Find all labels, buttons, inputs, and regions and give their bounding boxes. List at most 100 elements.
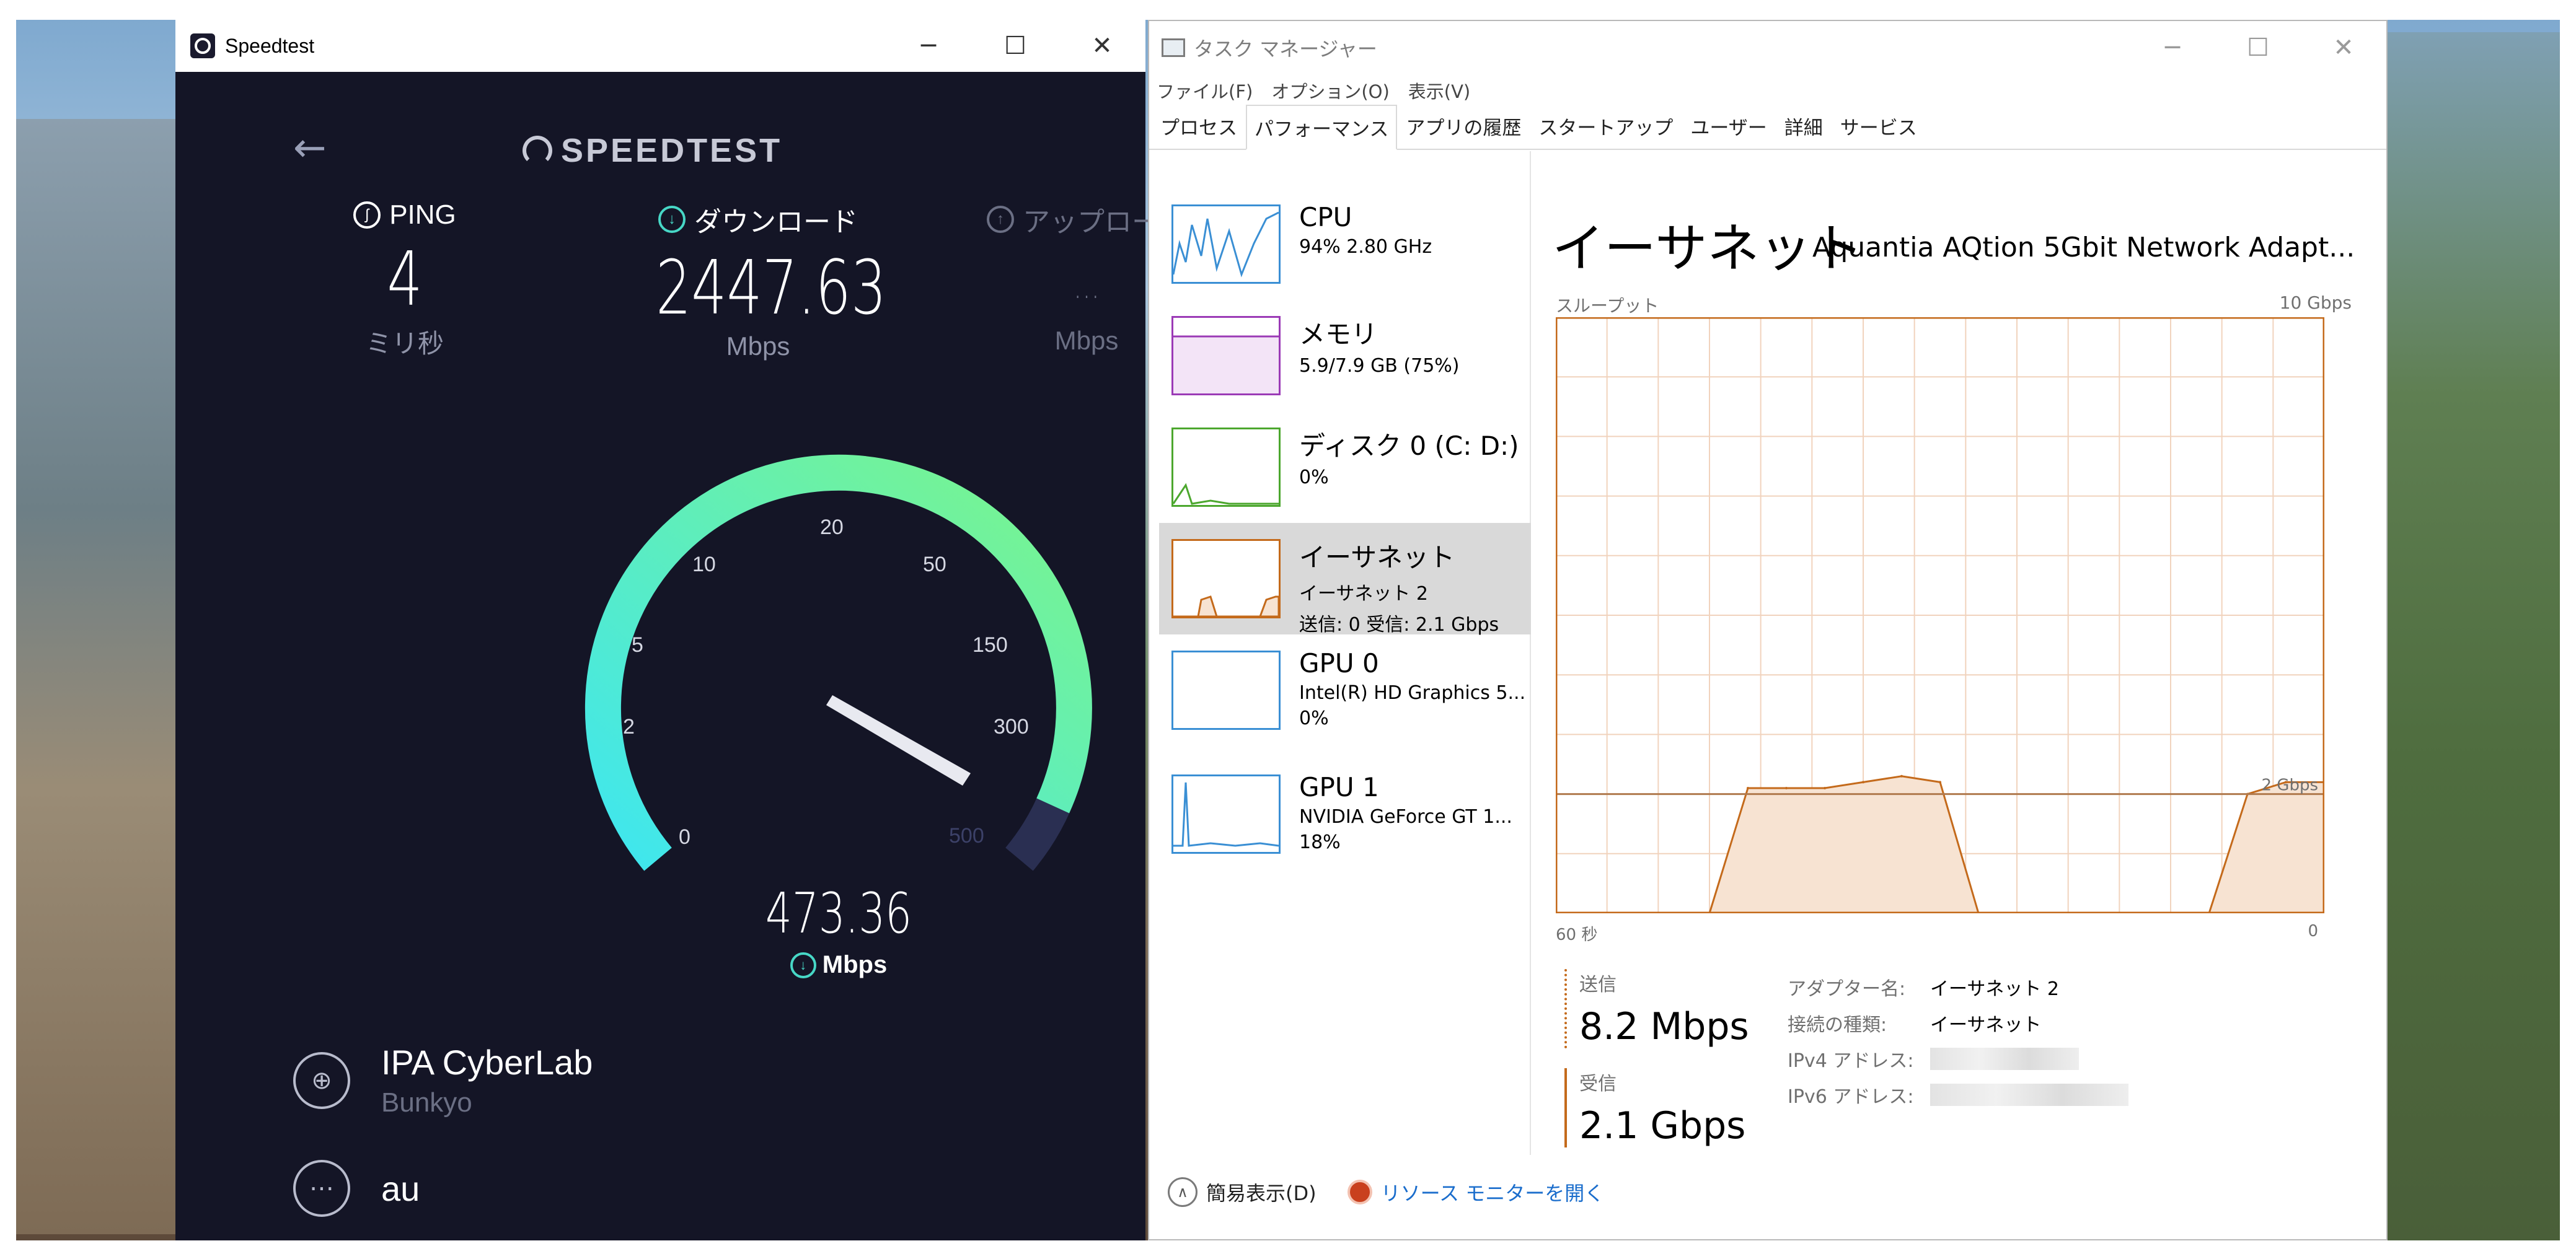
resource-detail: 0% (1299, 708, 1329, 729)
resource-item-memory[interactable]: メモリ 5.9/7.9 GB (75%) (1159, 300, 1531, 411)
minimize-button[interactable]: ─ (2130, 21, 2215, 74)
adapter-properties: アダプター名: イーサネット 2 接続の種類: イーサネット IPv4 アドレス… (1788, 969, 2128, 1113)
menu-view[interactable]: 表示(V) (1408, 77, 1470, 103)
speedtest-app-icon (190, 33, 215, 58)
disk-thumbnail (1171, 428, 1281, 507)
gauge-tick-label: 20 (820, 515, 844, 539)
chart-x-min-label: 60 秒 (1556, 926, 1598, 944)
tab-users[interactable]: ユーザー (1682, 111, 1775, 149)
resource-detail: NVIDIA GeForce GT 1... (1299, 806, 1512, 828)
resource-sidebar: CPU 94% 2.80 GHz メモリ 5.9/7.9 GB (75%) ディ… (1149, 151, 1531, 1155)
resource-monitor-label: リソース モニターを開く (1380, 1182, 1605, 1205)
resource-name: イーサネット (1299, 542, 1455, 572)
back-arrow-icon[interactable]: ← (293, 125, 327, 171)
receive-stat: 受信 2.1 Gbps (1564, 1068, 1745, 1147)
resource-detail: 18% (1299, 831, 1341, 853)
ping-unit: ミリ秒 (365, 329, 444, 358)
resource-detail: 5.9/7.9 GB (75%) (1299, 355, 1460, 377)
menu-file[interactable]: ファイル(F) (1157, 77, 1253, 103)
close-button[interactable]: ✕ (2301, 21, 2386, 74)
chart-data-point (1824, 786, 1826, 789)
chart-data-point (1862, 781, 1864, 784)
menu-bar: ファイル(F) オプション(O) 表示(V) (1149, 74, 2386, 107)
cpu-thumbnail (1171, 204, 1281, 284)
tab-startup[interactable]: スタートアップ (1530, 111, 1682, 149)
resource-detail: イーサネット 2 (1299, 583, 1429, 605)
resource-detail: 0% (1299, 467, 1329, 488)
close-button[interactable]: ✕ (1059, 20, 1145, 72)
resource-monitor-icon (1347, 1180, 1372, 1204)
gpu1-thumbnail (1171, 774, 1281, 854)
gauge-tick-label: 5 (632, 633, 643, 657)
minimize-button[interactable]: ─ (885, 20, 972, 72)
redacted-ipv4 (1930, 1048, 2079, 1070)
send-stat: 送信 8.2 Mbps (1564, 969, 1749, 1048)
chart-data-point (1747, 786, 1749, 789)
tab-bar: プロセス パフォーマンス アプリの履歴 スタートアップ ユーザー 詳細 サービス (1149, 105, 2386, 150)
send-value: 8.2 Mbps (1579, 1005, 1749, 1048)
ping-label: PING (389, 200, 456, 230)
prop-label: 接続の種類: (1788, 1014, 1887, 1036)
resource-detail: Intel(R) HD Graphics 5... (1299, 682, 1526, 704)
maximize-button[interactable]: ☐ (2215, 21, 2301, 74)
isp-name: au (381, 1169, 420, 1208)
gauge-current-speed: 473.36 ↓ Mbps (708, 881, 969, 979)
logo-text: SPEEDTEST (561, 132, 783, 169)
tab-app-history[interactable]: アプリの履歴 (1397, 111, 1530, 149)
prop-value: イーサネット 2 (1930, 978, 2060, 1000)
chart-y-label: スループット (1556, 296, 1659, 316)
chart-x-max-label: 0 (2308, 922, 2318, 941)
taskmgr-titlebar[interactable]: タスク マネージャー ─ ☐ ✕ (1149, 21, 2386, 74)
ethernet-detail-panel: イーサネット Aquantia AQtion 5Gbit Network Ada… (1552, 151, 2376, 1155)
gauge-tick-label: 0 (679, 825, 690, 849)
isp-icon: ⋯ (293, 1160, 350, 1217)
gauge-speed-value: 473.36 (765, 881, 912, 946)
download-arrow-icon: ↓ (790, 952, 816, 978)
server-name: IPA CyberLab (381, 1043, 593, 1082)
adapter-name: Aquantia AQtion 5Gbit Network Adapt... (1812, 232, 2355, 263)
download-label: ダウンロード (694, 207, 858, 237)
task-manager-window: タスク マネージャー ─ ☐ ✕ ファイル(F) オプション(O) 表示(V) … (1148, 20, 2388, 1240)
server-selector[interactable]: ⊕ IPA CyberLab Bunkyo (293, 1042, 593, 1118)
tab-details[interactable]: 詳細 (1776, 111, 1832, 149)
speedtest-logo: SPEEDTEST (523, 131, 808, 170)
gauge-tick-label: 300 (994, 715, 1029, 739)
tab-services[interactable]: サービス (1832, 111, 1926, 149)
chart-reference-label: 2 Gbps (2261, 776, 2318, 795)
gauge-tick-label: 150 (973, 633, 1008, 657)
resource-detail: 送信: 0 受信: 2.1 Gbps (1299, 614, 1499, 636)
fewer-details-button[interactable]: ∧ 簡易表示(D) (1168, 1177, 1317, 1207)
resource-monitor-link[interactable]: リソース モニターを開く (1347, 1178, 1605, 1206)
server-location: Bunkyo (381, 1087, 472, 1118)
speedtest-titlebar[interactable]: Speedtest ─ ☐ ✕ (175, 20, 1145, 72)
tab-processes[interactable]: プロセス (1152, 111, 1246, 149)
gauge-tick-label: 10 (692, 553, 716, 576)
ping-metric: ʃ PING 4 ミリ秒 (293, 200, 516, 361)
ping-value: 4 (387, 237, 423, 323)
isp-info: ⋯ au (293, 1160, 420, 1217)
tab-performance[interactable]: パフォーマンス (1246, 105, 1398, 150)
maximize-button[interactable]: ☐ (972, 20, 1059, 72)
resource-item-gpu1[interactable]: GPU 1 NVIDIA GeForce GT 1... 18% (1159, 758, 1531, 870)
menu-options[interactable]: オプション(O) (1271, 77, 1389, 103)
throughput-chart: 2 Gbps (1556, 317, 2324, 913)
resource-item-disk[interactable]: ディスク 0 (C: D:) 0% (1159, 411, 1531, 523)
chevron-up-icon: ∧ (1168, 1177, 1198, 1207)
ping-icon: ʃ (353, 201, 381, 229)
receive-value: 2.1 Gbps (1579, 1104, 1746, 1147)
task-manager-icon (1162, 38, 1185, 57)
resource-item-cpu[interactable]: CPU 94% 2.80 GHz (1159, 188, 1531, 300)
gauge-tick-label: 500 (949, 824, 984, 848)
resource-name: CPU (1299, 202, 1352, 232)
redacted-ipv6 (1930, 1084, 2128, 1106)
resource-name: GPU 1 (1299, 772, 1379, 802)
resource-item-ethernet[interactable]: イーサネット イーサネット 2 送信: 0 受信: 2.1 Gbps (1159, 523, 1531, 636)
wallpaper-mountain-left (16, 119, 177, 1234)
speedtest-window: Speedtest ─ ☐ ✕ ← SPEEDTEST ʃ PING 4 ミリ秒 … (175, 20, 1186, 1240)
resource-name: メモリ (1299, 319, 1378, 349)
resource-item-gpu0[interactable]: GPU 0 Intel(R) HD Graphics 5... 0% (1159, 634, 1531, 746)
gauge-speed-unit: Mbps (822, 951, 888, 978)
ethernet-thumbnail (1171, 539, 1281, 618)
send-label: 送信 (1579, 974, 1617, 996)
gauge-needle (826, 695, 971, 786)
